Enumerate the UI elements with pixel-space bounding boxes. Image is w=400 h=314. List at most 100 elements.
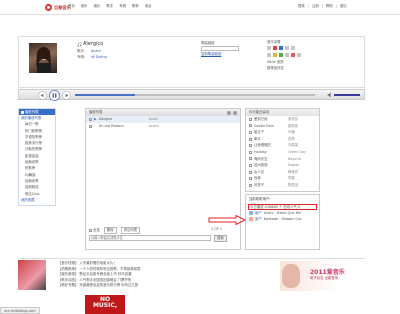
nav-item[interactable]: 电台 [145, 4, 152, 9]
item-checkbox[interactable] [249, 150, 252, 154]
music-note-icon [77, 42, 82, 47]
playlist-row[interactable]: Ni una Palabra Anahi [86, 123, 240, 130]
bottom-banner[interactable]: NO MUSIC, [85, 295, 125, 314]
top-header: 巨鲸音乐 首页 音乐 娱乐 歌手 专辑 歌单 电台 登录 | 注册 | 帮助 | 退出 [0, 0, 400, 14]
sidebar-item[interactable]: 我的收藏 [21, 198, 55, 204]
search-button[interactable]: 搜索 [214, 235, 227, 242]
recommend-title: Gentle Rain [254, 123, 274, 128]
item-checkbox[interactable] [249, 157, 252, 161]
login-link[interactable]: 登录 [298, 4, 305, 9]
playlist-row[interactable]: ▶ Alergico Anahi [86, 116, 240, 123]
recommend-item[interactable]: 牵手 苏芮 [249, 136, 319, 143]
item-checkbox[interactable] [249, 124, 252, 128]
item-checkbox[interactable] [249, 130, 252, 134]
recommend-item[interactable]: 星空下 许巍 [249, 129, 319, 136]
listeners-panel: 当前收听用户: 今日播放:236886 个 在线人气:5 用户 Anahi - … [245, 194, 320, 250]
item-checkbox[interactable] [249, 163, 252, 167]
setting-icon[interactable] [267, 53, 271, 57]
listener-song[interactable]: Kaskade - Steppin Out [264, 217, 302, 222]
close-icon[interactable] [233, 110, 237, 115]
listener-row[interactable]: 用户 Kaskade - Steppin Out [246, 216, 319, 222]
news-list: 【音乐快报】 入冬最好看的电影大片！ 【热歌推荐】 一个人的时候听听这首歌，不再… [58, 261, 140, 289]
share-label[interactable]: 推荐给好友 [267, 66, 317, 70]
recommend-item[interactable]: 让我慢慢的 刘若英 [249, 142, 319, 149]
setting-icon[interactable] [279, 46, 283, 50]
news-section: 【音乐快报】 入冬最好看的电影大片！ 【热歌推荐】 一个人的时候听听这首歌，不再… [18, 258, 365, 292]
nav-item[interactable]: 专辑 [119, 4, 126, 9]
quality-text: 960K 音质 [267, 60, 284, 64]
recommend-title: 海阔天空 [254, 156, 268, 161]
item-checkbox[interactable] [249, 177, 252, 181]
nav-item[interactable]: 首页 [68, 4, 75, 9]
setting-icon[interactable] [273, 53, 277, 57]
setting-icon[interactable] [297, 53, 301, 57]
recommend-item[interactable]: 传奇 李健 [249, 175, 319, 182]
recommend-panel: 你可能还喜欢 爱到已经 张学友 Gentle Rain 茱莉亚 星空下 许巍 牵手 苏芮 让我慢… [245, 108, 320, 192]
recommend-title: 牵手 [254, 136, 261, 141]
select-all-label: 全选 [93, 228, 100, 232]
recommend-item[interactable]: 好孩子 陈奕迅 [249, 182, 319, 189]
prev-icon[interactable] [38, 91, 47, 100]
item-checkbox[interactable] [249, 183, 252, 187]
setting-icon[interactable] [291, 46, 295, 50]
recommend-item[interactable]: 女人花 梅艳芳 [249, 169, 319, 176]
row-checkbox[interactable] [89, 125, 92, 128]
listener-name[interactable]: 用户 [255, 217, 262, 222]
item-checkbox[interactable] [249, 144, 252, 148]
album-link[interactable]: Mi Delirio [91, 55, 107, 60]
setting-icon[interactable] [285, 46, 289, 50]
checkbox-icon [89, 228, 92, 232]
recommend-item[interactable]: 加州旅馆 Eagles [249, 162, 319, 169]
playlist-header: 播放列表 [86, 109, 240, 116]
register-link[interactable]: 注册 [312, 4, 319, 9]
artist-link[interactable]: Anahi [91, 49, 101, 54]
setting-icon[interactable] [285, 53, 289, 57]
recommend-artist: Green Day [288, 150, 307, 155]
recommend-item[interactable]: Holiday Green Day [249, 149, 319, 156]
settings-label: 音乐设置 [267, 40, 281, 44]
item-checkbox[interactable] [249, 117, 252, 121]
volume-icon[interactable] [327, 92, 333, 98]
recommend-artist: 李健 [288, 176, 295, 181]
setting-icon[interactable] [279, 53, 283, 57]
news-thumbnail[interactable] [18, 260, 46, 290]
recommend-artist: Eagles [288, 163, 300, 168]
news-item[interactable]: 【精彩专题】 年度最受欢迎的音乐排行榜 你听过几首 [58, 283, 140, 289]
setting-icon[interactable] [273, 46, 277, 50]
song-link-field[interactable] [201, 46, 239, 51]
item-checkbox[interactable] [249, 170, 252, 174]
setting-icon[interactable] [267, 46, 271, 50]
song-link-label: 歌曲链接 [201, 41, 215, 45]
nav-item[interactable]: 音乐 [81, 4, 88, 9]
listener-song[interactable]: Anahi - Hasta Que Me [264, 211, 301, 216]
avatar [249, 216, 253, 221]
pause-icon[interactable] [49, 90, 60, 101]
search-input[interactable] [89, 235, 211, 242]
nav-item[interactable]: 歌单 [132, 4, 139, 9]
clear-list-button[interactable]: 清空列表 [120, 227, 141, 234]
site-logo[interactable]: 巨鲸音乐 [44, 3, 71, 12]
item-checkbox[interactable] [249, 137, 252, 141]
nav-item[interactable]: 娱乐 [94, 4, 101, 9]
logout-link[interactable]: 退出 [340, 4, 347, 9]
copy-link[interactable]: 复制歌曲链接 [201, 52, 221, 57]
recommend-item[interactable]: 海阔天空 Beyond [249, 156, 319, 163]
next-icon[interactable] [62, 91, 71, 100]
recommend-artist: 张学友 [288, 117, 299, 122]
ad-title: 2011爱音乐 [310, 269, 345, 276]
recommend-item[interactable]: 爱到已经 张学友 [249, 116, 319, 123]
settings-icon[interactable] [227, 110, 231, 115]
help-link[interactable]: 帮助 [326, 4, 333, 9]
album-art-figure [36, 46, 51, 73]
volume-slider[interactable] [334, 94, 360, 96]
ad-banner[interactable]: 2011爱音乐 电子杂志 全新登场 [280, 261, 364, 291]
setting-icon[interactable] [291, 53, 295, 57]
select-all-button[interactable]: 全选 [89, 228, 100, 233]
row-checkbox[interactable] [89, 118, 92, 121]
progress-bar[interactable] [75, 94, 315, 96]
delete-button[interactable]: 删除 [103, 227, 117, 234]
nav-item[interactable]: 歌手 [106, 4, 113, 9]
recommend-item[interactable]: Gentle Rain 茱莉亚 [249, 123, 319, 130]
listener-name[interactable]: 用户 [255, 211, 262, 216]
recommend-list: 爱到已经 张学友 Gentle Rain 茱莉亚 星空下 许巍 牵手 苏芮 让我慢慢的 刘若英 Ho… [246, 116, 319, 189]
